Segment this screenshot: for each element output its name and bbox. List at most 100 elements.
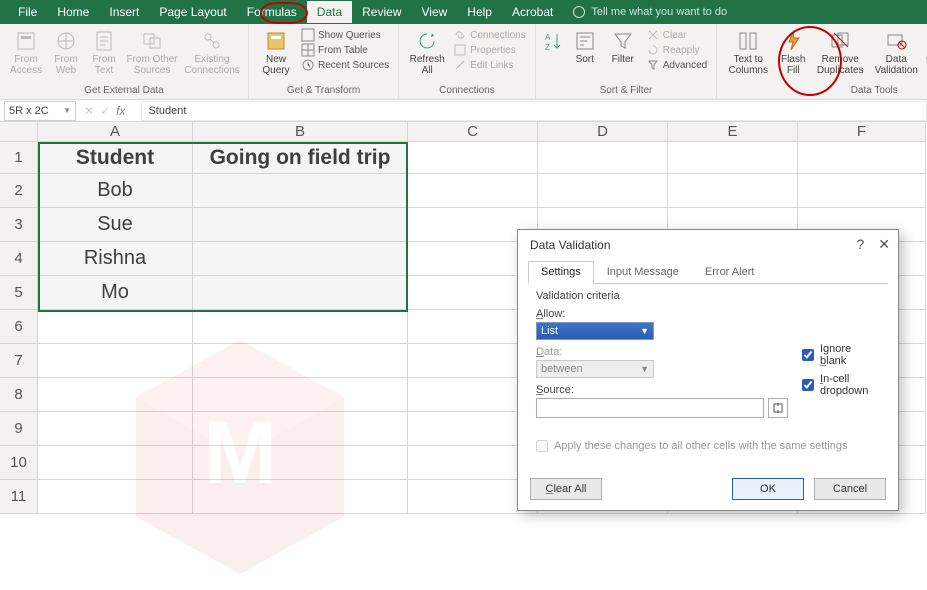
col-header-C[interactable]: C	[408, 122, 538, 142]
sort-az-button[interactable]: AZ	[542, 26, 566, 52]
cell[interactable]	[193, 310, 408, 344]
remove-duplicates-button[interactable]: Remove Duplicates	[813, 26, 867, 76]
row-header-8[interactable]: 8	[0, 378, 38, 412]
cell[interactable]	[193, 378, 408, 412]
ignore-blank-checkbox[interactable]: Ignore blank	[802, 343, 880, 367]
tab-settings[interactable]: Settings	[528, 261, 594, 284]
cell[interactable]: Mo	[38, 276, 193, 310]
tab-formulas[interactable]: Formulas	[237, 1, 307, 23]
cell[interactable]	[193, 208, 408, 242]
ok-button[interactable]: OK	[732, 478, 804, 500]
col-header-D[interactable]: D	[538, 122, 668, 142]
row-header-2[interactable]: 2	[0, 174, 38, 208]
tab-insert[interactable]: Insert	[99, 1, 149, 23]
formula-input[interactable]: Student	[141, 101, 927, 121]
cell[interactable]: Bob	[38, 174, 193, 208]
tab-page-layout[interactable]: Page Layout	[149, 1, 236, 23]
tab-data[interactable]: Data	[307, 1, 352, 23]
row-header-3[interactable]: 3	[0, 208, 38, 242]
from-table-button[interactable]: From Table	[299, 43, 392, 57]
data-validation-button[interactable]: Data Validation	[869, 26, 923, 76]
text-to-columns-button[interactable]: Text to Columns	[723, 26, 773, 76]
cell[interactable]	[38, 480, 193, 514]
cell[interactable]	[668, 142, 798, 174]
select-all-corner[interactable]	[0, 122, 38, 142]
row-header-7[interactable]: 7	[0, 344, 38, 378]
edit-links-button[interactable]: Edit Links	[451, 58, 529, 72]
flash-fill-button[interactable]: Flash Fill	[775, 26, 811, 76]
col-header-A[interactable]: A	[38, 122, 193, 142]
cell[interactable]	[193, 174, 408, 208]
fx-icon[interactable]: fx	[116, 104, 125, 118]
new-query-button[interactable]: New Query	[255, 26, 297, 76]
tab-error-alert[interactable]: Error Alert	[692, 261, 768, 283]
cell[interactable]	[798, 174, 926, 208]
tab-view[interactable]: View	[412, 1, 458, 23]
row-header-9[interactable]: 9	[0, 412, 38, 446]
allow-select[interactable]: List ▼	[536, 322, 654, 340]
col-header-E[interactable]: E	[668, 122, 798, 142]
cell[interactable]	[38, 310, 193, 344]
cell[interactable]	[538, 174, 668, 208]
tab-review[interactable]: Review	[352, 1, 411, 23]
cell[interactable]: Rishna	[38, 242, 193, 276]
refresh-all-button[interactable]: Refresh All	[405, 26, 449, 76]
row-header-6[interactable]: 6	[0, 310, 38, 344]
help-icon[interactable]: ?	[856, 236, 864, 253]
cell[interactable]	[38, 412, 193, 446]
in-cell-dropdown-checkbox[interactable]: In-cell dropdown	[802, 373, 880, 397]
cell[interactable]	[193, 276, 408, 310]
row-header-4[interactable]: 4	[0, 242, 38, 276]
col-header-B[interactable]: B	[193, 122, 408, 142]
advanced-button[interactable]: Advanced	[644, 58, 710, 72]
source-input[interactable]	[536, 398, 764, 418]
tab-help[interactable]: Help	[457, 1, 502, 23]
cancel-button[interactable]: Cancel	[814, 478, 886, 500]
row-header-5[interactable]: 5	[0, 276, 38, 310]
cell[interactable]	[408, 174, 538, 208]
row-header-11[interactable]: 11	[0, 480, 38, 514]
properties-button[interactable]: Properties	[451, 43, 529, 57]
range-picker-button[interactable]	[768, 398, 788, 418]
tab-acrobat[interactable]: Acrobat	[502, 1, 563, 23]
cell[interactable]	[38, 344, 193, 378]
existing-connections-button[interactable]: Existing Connections	[182, 26, 242, 76]
from-other-sources-button[interactable]: From Other Sources	[124, 26, 180, 76]
show-queries-button[interactable]: Show Queries	[299, 28, 392, 42]
cell[interactable]	[408, 142, 538, 174]
cell[interactable]: Student	[38, 142, 193, 174]
sort-button[interactable]: Sort	[568, 26, 602, 65]
from-web-button[interactable]: From Web	[48, 26, 84, 76]
row-header-10[interactable]: 10	[0, 446, 38, 480]
tab-input-message[interactable]: Input Message	[594, 261, 692, 283]
col-header-F[interactable]: F	[798, 122, 926, 142]
dialog-titlebar[interactable]: Data Validation ? ✕	[518, 230, 898, 257]
recent-sources-button[interactable]: Recent Sources	[299, 58, 392, 72]
cell[interactable]	[38, 378, 193, 412]
reapply-button[interactable]: Reapply	[644, 43, 710, 57]
cell[interactable]	[193, 480, 408, 514]
cell[interactable]	[538, 142, 668, 174]
cell[interactable]: Going on field trip	[193, 142, 408, 174]
cell[interactable]	[193, 242, 408, 276]
cell[interactable]	[193, 412, 408, 446]
tell-me[interactable]: Tell me what you want to do	[573, 6, 727, 18]
enter-formula-icon[interactable]: ✓	[100, 104, 110, 118]
filter-button[interactable]: Filter	[604, 26, 642, 65]
clear-button[interactable]: Clear	[644, 28, 710, 42]
cell[interactable]	[193, 344, 408, 378]
cell[interactable]	[668, 174, 798, 208]
clear-all-button[interactable]: Clear All	[530, 478, 602, 500]
tab-file[interactable]: File	[8, 1, 47, 23]
cancel-formula-icon[interactable]: ✕	[84, 104, 94, 118]
cell[interactable]	[798, 142, 926, 174]
row-header-1[interactable]: 1	[0, 142, 38, 174]
tab-home[interactable]: Home	[47, 1, 99, 23]
name-box[interactable]: 5R x 2C ▼	[4, 101, 76, 121]
connections-button[interactable]: Connections	[451, 28, 529, 42]
cell[interactable]	[193, 446, 408, 480]
cell[interactable]	[38, 446, 193, 480]
close-icon[interactable]: ✕	[878, 236, 890, 253]
from-text-button[interactable]: From Text	[86, 26, 122, 76]
cell[interactable]: Sue	[38, 208, 193, 242]
